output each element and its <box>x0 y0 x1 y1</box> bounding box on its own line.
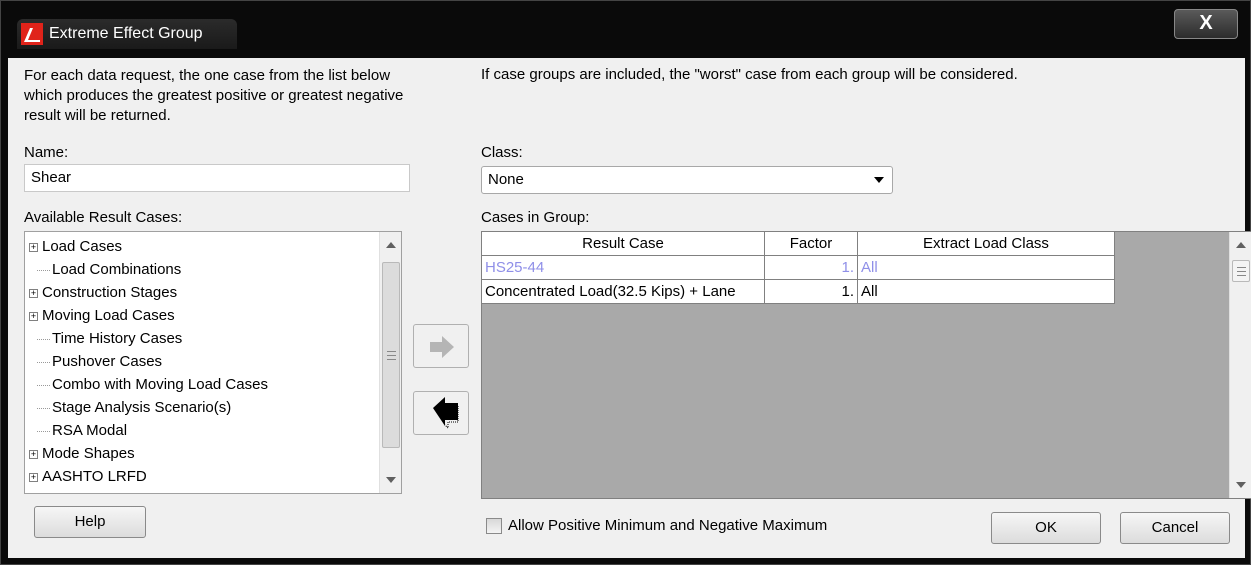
name-input[interactable]: Shear <box>24 164 410 192</box>
class-select-value: None <box>488 171 524 188</box>
tree-scrollbar[interactable] <box>379 232 401 493</box>
dialog-body: For each data request, the one case from… <box>8 58 1251 558</box>
table-cell-load-class[interactable]: All <box>858 256 1115 280</box>
tree-item[interactable]: Stage Analysis Scenario(s) <box>29 396 231 419</box>
grip-line <box>387 351 396 352</box>
table-cell-load-class[interactable]: All <box>858 280 1115 304</box>
tree-connector <box>37 384 50 386</box>
remove-from-group-button[interactable] <box>413 391 469 435</box>
chevron-down-icon <box>874 177 884 183</box>
expand-icon[interactable]: + <box>29 288 38 298</box>
title-tab: Extreme Effect Group <box>17 19 237 49</box>
expand-icon[interactable]: + <box>29 311 38 321</box>
tree-item[interactable]: + Moving Load Cases <box>29 304 175 327</box>
available-cases-tree[interactable]: + Load Cases Load Combinations + Construct… <box>24 231 402 494</box>
class-label: Class: <box>481 144 523 161</box>
title-bar: Extreme Effect Group X <box>7 5 1246 49</box>
column-header-result-case[interactable]: Result Case <box>482 232 765 256</box>
column-header-factor[interactable]: Factor <box>765 232 858 256</box>
tree-connector <box>37 407 50 409</box>
expand-icon[interactable]: + <box>29 472 38 482</box>
grip-line <box>1237 271 1246 272</box>
grip-line <box>387 359 396 360</box>
scroll-up-icon[interactable] <box>1236 242 1246 248</box>
available-label: Available Result Cases: <box>24 209 183 226</box>
tree-connector <box>37 338 50 340</box>
tree-item[interactable]: Time History Cases <box>29 327 182 350</box>
scroll-down-icon[interactable] <box>386 477 396 483</box>
grip-line <box>1237 275 1246 276</box>
dialog-window: Extreme Effect Group X For each data req… <box>0 0 1251 565</box>
tree-item[interactable]: + Load Cases <box>29 235 122 258</box>
checkbox-label: Allow Positive Minimum and Negative Maxi… <box>508 517 828 534</box>
arrow-right-icon <box>430 336 454 358</box>
tree-item[interactable]: + AASHTO LRFD <box>29 465 147 488</box>
tree-item[interactable]: Load Combinations <box>29 258 181 281</box>
grip-line <box>387 355 396 356</box>
tree-connector <box>37 269 50 271</box>
grip-line <box>1237 267 1246 268</box>
tree-connector <box>37 361 50 363</box>
tree-item[interactable]: + Construction Stages <box>29 281 177 304</box>
scroll-up-icon[interactable] <box>386 242 396 248</box>
close-button[interactable]: X <box>1174 9 1238 39</box>
expand-icon[interactable]: + <box>29 242 38 252</box>
tree-item[interactable]: + Mode Shapes <box>29 442 135 465</box>
tree-item[interactable]: RSA Modal <box>29 419 127 442</box>
expand-icon[interactable]: + <box>29 449 38 459</box>
table-cell-result-case[interactable]: Concentrated Load(32.5 Kips) + Lane <box>482 280 765 304</box>
allow-positive-min-checkbox[interactable] <box>486 518 502 534</box>
help-button[interactable]: Help <box>34 506 146 538</box>
tree-item[interactable]: Pushover Cases <box>29 350 162 373</box>
add-to-group-button[interactable] <box>413 324 469 368</box>
cases-in-group-grid[interactable]: Result Case Factor Extract Load Class HS… <box>481 231 1251 499</box>
app-logo-icon <box>21 23 43 45</box>
scrollbar-thumb[interactable] <box>1232 260 1250 282</box>
cancel-button[interactable]: Cancel <box>1120 512 1230 544</box>
table-cell-factor[interactable]: 1. <box>765 256 858 280</box>
class-select[interactable]: None <box>481 166 893 194</box>
table-cell-factor[interactable]: 1. <box>765 280 858 304</box>
scrollbar-thumb[interactable] <box>382 262 400 448</box>
name-label: Name: <box>24 144 69 161</box>
scroll-down-icon[interactable] <box>1236 482 1246 488</box>
table-cell-result-case[interactable]: HS25-44 <box>482 256 765 280</box>
cases-in-group-label: Cases in Group: <box>481 209 590 226</box>
description-right: If case groups are included, the "worst"… <box>481 66 1018 83</box>
grid-scrollbar[interactable] <box>1229 232 1251 498</box>
arrow-left-icon <box>433 397 459 430</box>
tree-connector <box>37 430 50 432</box>
column-header-extract-load-class[interactable]: Extract Load Class <box>858 232 1115 256</box>
tree-item[interactable]: Combo with Moving Load Cases <box>29 373 268 396</box>
ok-button[interactable]: OK <box>991 512 1101 544</box>
window-title: Extreme Effect Group <box>49 25 203 42</box>
description-left: For each data request, the one case from… <box>24 67 404 124</box>
